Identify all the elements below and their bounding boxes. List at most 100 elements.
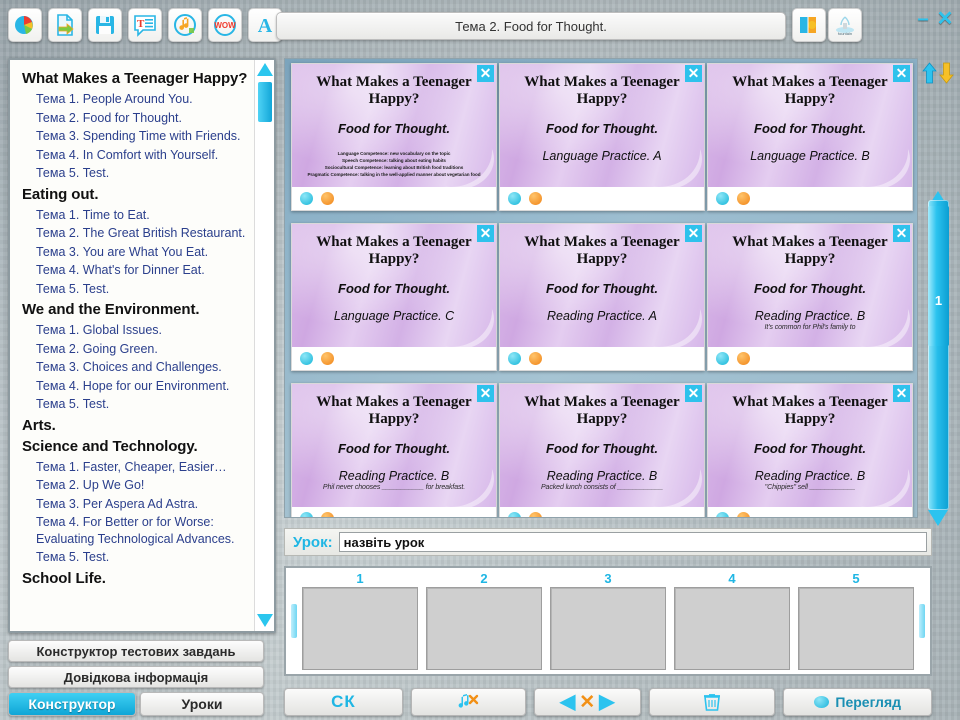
scroll-up-arrow-icon[interactable] (257, 63, 273, 76)
topic-item[interactable]: Тема 5. Test. (36, 281, 252, 298)
next-slide-button[interactable]: ▶ (599, 692, 614, 712)
topic-item[interactable]: Тема 5. Test. (36, 165, 252, 182)
topic-item[interactable]: Тема 2. The Great British Restaurant. (36, 225, 252, 242)
text-balloon-icon[interactable]: T (128, 8, 162, 42)
topic-section-heading[interactable]: We and the Environment. (22, 301, 252, 318)
strip-grip-left[interactable] (291, 604, 297, 638)
topic-tree[interactable]: What Makes a Teenager Happy? Тема 1. Peop… (10, 60, 258, 631)
tab-lessons[interactable]: Уроки (140, 692, 264, 716)
topic-item[interactable]: Тема 2. Food for Thought. (36, 110, 252, 127)
topic-section-heading[interactable]: Eating out. (22, 186, 252, 203)
slide-card[interactable]: What Makes a Teenager Happy? Food for Tho… (707, 223, 913, 371)
slide-thumbnail[interactable] (550, 587, 666, 670)
topic-item[interactable]: Тема 3. You are What You Eat. (36, 244, 252, 261)
card-close-icon[interactable]: ✕ (685, 225, 702, 242)
topic-item[interactable]: Тема 1. People Around You. (36, 91, 252, 108)
scroll-down-arrow-icon[interactable] (257, 614, 273, 627)
topic-section-heading[interactable]: What Makes a Teenager Happy? (22, 70, 252, 87)
slide-card[interactable]: What Makes a Teenager Happy? Food for Tho… (291, 223, 497, 371)
slide-thumbnail[interactable] (302, 587, 418, 670)
card-close-icon[interactable]: ✕ (893, 65, 910, 82)
card-dot-cyan[interactable] (508, 512, 521, 517)
card-dot-orange[interactable] (529, 352, 542, 365)
constructor-tests-button[interactable]: Конструктор тестових завдань (8, 640, 264, 662)
card-close-icon[interactable]: ✕ (685, 65, 702, 82)
card-dot-cyan[interactable] (716, 192, 729, 205)
slide-card[interactable]: What Makes a Teenager Happy? Food for Tho… (499, 223, 705, 371)
sidebar-scrollbar[interactable] (254, 60, 274, 631)
card-dot-cyan[interactable] (508, 192, 521, 205)
topic-item[interactable]: Тема 4. For Better or for Worse: Evaluat… (36, 514, 252, 547)
trash-button[interactable] (648, 688, 776, 716)
pie-chart-icon[interactable] (8, 8, 42, 42)
topic-item[interactable]: Тема 3. Spending Time with Friends. (36, 128, 252, 145)
topic-section-heading[interactable]: Science and Technology. (22, 438, 252, 455)
topic-item[interactable]: Тема 1. Time to Eat. (36, 207, 252, 224)
topic-item[interactable]: Тема 5. Test. (36, 549, 252, 566)
card-close-icon[interactable]: ✕ (893, 385, 910, 402)
card-dot-orange[interactable] (321, 192, 334, 205)
book-open-icon[interactable] (792, 8, 826, 42)
slide-thumbnail[interactable] (798, 587, 914, 670)
card-dot-orange[interactable] (321, 512, 334, 517)
card-dot-orange[interactable] (737, 512, 750, 517)
slide-thumbnail[interactable] (426, 587, 542, 670)
fountain-icon[interactable]: fountain (828, 8, 862, 42)
slide-cell[interactable]: 4 (674, 572, 790, 670)
slide-cell[interactable]: 5 (798, 572, 914, 670)
card-dot-orange[interactable] (737, 192, 750, 205)
card-dot-orange[interactable] (321, 352, 334, 365)
topic-item[interactable]: Тема 3. Per Aspera Ad Astra. (36, 496, 252, 513)
topic-item[interactable]: Тема 2. Up We Go! (36, 477, 252, 494)
sidebar-scroll-thumb[interactable] (258, 82, 272, 122)
topic-item[interactable]: Тема 4. What's for Dinner Eat. (36, 262, 252, 279)
music-off-button[interactable] (410, 688, 526, 716)
slide-card[interactable]: What Makes a Teenager Happy? Food for Tho… (707, 63, 913, 211)
slide-thumbnail[interactable] (674, 587, 790, 670)
save-floppy-icon[interactable] (88, 8, 122, 42)
card-dot-cyan[interactable] (716, 512, 729, 517)
strip-grip-right[interactable] (919, 604, 925, 638)
card-close-icon[interactable]: ✕ (477, 385, 494, 402)
topic-item[interactable]: Тема 4. In Comfort with Yourself. (36, 147, 252, 164)
slide-card[interactable]: What Makes a Teenager Happy? Food for Tho… (291, 383, 497, 517)
topic-item[interactable]: Тема 1. Faster, Cheaper, Easier… (36, 459, 252, 476)
card-dot-orange[interactable] (737, 352, 750, 365)
wow-badge-icon[interactable]: WOW (208, 8, 242, 42)
slide-card[interactable]: What Makes a Teenager Happy? Food for Tho… (499, 63, 705, 211)
topic-item[interactable]: Тема 1. Global Issues. (36, 322, 252, 339)
document-export-icon[interactable] (48, 8, 82, 42)
card-dot-cyan[interactable] (508, 352, 521, 365)
slide-card[interactable]: What Makes a Teenager Happy? Food for Tho… (291, 63, 497, 211)
music-note-icon[interactable] (168, 8, 202, 42)
topic-item[interactable]: Тема 5. Test. (36, 396, 252, 413)
card-dot-cyan[interactable] (300, 192, 313, 205)
close-button[interactable]: ✕ (934, 9, 956, 30)
card-close-icon[interactable]: ✕ (685, 385, 702, 402)
slide-cell[interactable]: 2 (426, 572, 542, 670)
topic-item[interactable]: Тема 2. Going Green. (36, 341, 252, 358)
card-close-icon[interactable]: ✕ (893, 225, 910, 242)
slide-card[interactable]: What Makes a Teenager Happy? Food for Tho… (499, 383, 705, 517)
card-dot-cyan[interactable] (300, 352, 313, 365)
tab-constructor[interactable]: Конструктор (8, 692, 136, 716)
prev-slide-button[interactable]: ◀ (560, 692, 575, 712)
slide-cell[interactable]: 1 (302, 572, 418, 670)
card-dot-orange[interactable] (529, 512, 542, 517)
card-close-icon[interactable]: ✕ (477, 65, 494, 82)
card-dot-orange[interactable] (529, 192, 542, 205)
topic-item[interactable]: Тема 4. Hope for our Environment. (36, 378, 252, 395)
lesson-name-input[interactable]: назвіть урок (338, 532, 927, 552)
delete-slide-button[interactable]: ✕ (579, 691, 595, 714)
slide-cell[interactable]: 3 (550, 572, 666, 670)
card-dot-cyan[interactable] (716, 352, 729, 365)
topic-item[interactable]: Тема 3. Choices and Challenges. (36, 359, 252, 376)
window-title-field[interactable]: Тема 2. Food for Thought. (276, 12, 786, 40)
sk-button[interactable]: СК (284, 688, 403, 716)
topic-section-heading[interactable]: School Life. (22, 570, 252, 587)
minimize-button[interactable]: – (912, 9, 934, 30)
topic-section-heading[interactable]: Arts. (22, 417, 252, 434)
page-slider-thumb[interactable]: 1 (928, 206, 949, 346)
reference-info-button[interactable]: Довідкова інформація (8, 666, 264, 688)
card-dot-cyan[interactable] (300, 512, 313, 517)
